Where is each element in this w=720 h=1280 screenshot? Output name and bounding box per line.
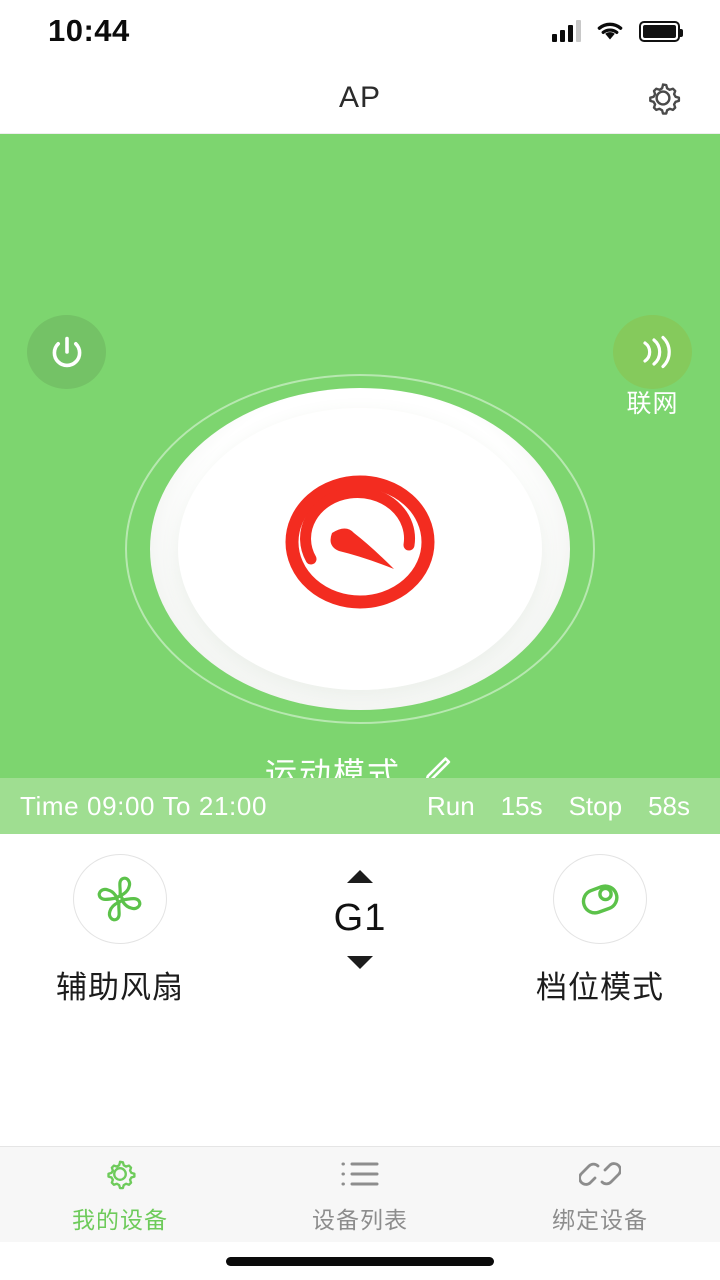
page-title: AP [339,81,381,115]
network-button-label: 联网 [613,384,692,420]
stop-label: Stop [569,791,623,822]
tab-bind-device[interactable]: 绑定设备 [480,1155,720,1235]
aux-fan-label: 辅助风扇 [56,962,184,1007]
home-indicator[interactable] [226,1257,494,1266]
pencil-edit-icon[interactable] [415,752,455,778]
schedule-strip: Time 09:00 To 21:00 Run 15s Stop 58s [0,778,720,834]
gear-icon[interactable] [642,77,684,119]
battery-full-icon [639,21,680,42]
controls-row: 辅助风扇 G1 档位模式 [0,854,720,1007]
gear-mode-label: 档位模式 [536,962,664,1007]
wifi-icon [595,20,625,42]
triangle-up-icon[interactable] [347,870,373,883]
gear-icon [101,1155,139,1193]
app-header: AP [0,62,720,134]
home-indicator-area [0,1242,720,1280]
speedometer-icon [275,467,445,617]
power-button[interactable] [27,315,106,389]
schedule-time-range: Time 09:00 To 21:00 [20,791,267,822]
link-chain-icon [579,1155,621,1193]
run-value: 15s [501,791,543,822]
tab-device-list-label: 设备列表 [312,1201,408,1235]
signal-bars-icon [552,20,581,42]
tab-my-device-label: 我的设备 [72,1201,168,1235]
network-button[interactable] [613,315,692,389]
tab-my-device[interactable]: 我的设备 [0,1155,240,1235]
list-icon [340,1155,380,1193]
status-bar-time: 10:44 [48,13,130,49]
triangle-down-icon[interactable] [347,956,373,969]
status-bar: 10:44 [0,0,720,62]
run-label: Run [427,791,475,822]
gear-mode-circle [553,854,647,944]
signal-waves-icon [630,330,676,374]
tab-bind-device-label: 绑定设备 [552,1201,648,1235]
device-hero-panel: 联网 运动模式 [0,134,720,778]
tab-device-list[interactable]: 设备列表 [240,1155,480,1235]
gear-stepper[interactable]: G1 [250,854,470,969]
run-stop-group: Run 15s Stop 58s [427,791,690,822]
fan-icon [91,871,149,927]
controls-area: 辅助风扇 G1 档位模式 [0,834,720,1146]
gear-mode-button[interactable]: 档位模式 [490,854,710,1007]
app-screen: 10:44 AP [0,0,720,1280]
aux-fan-button[interactable]: 辅助风扇 [10,854,230,1007]
device-dial[interactable] [125,374,595,724]
aux-fan-circle [73,854,167,944]
gear-value: G1 [334,897,387,940]
mode-name-label: 运动模式 [265,749,401,778]
gear-mode-toggle-icon [572,872,628,926]
power-icon [45,330,89,374]
bottom-tab-bar: 我的设备 设备列表 [0,1146,720,1242]
status-bar-icons [552,20,680,42]
stop-value: 58s [648,791,690,822]
mode-name-row[interactable]: 运动模式 [0,749,720,778]
